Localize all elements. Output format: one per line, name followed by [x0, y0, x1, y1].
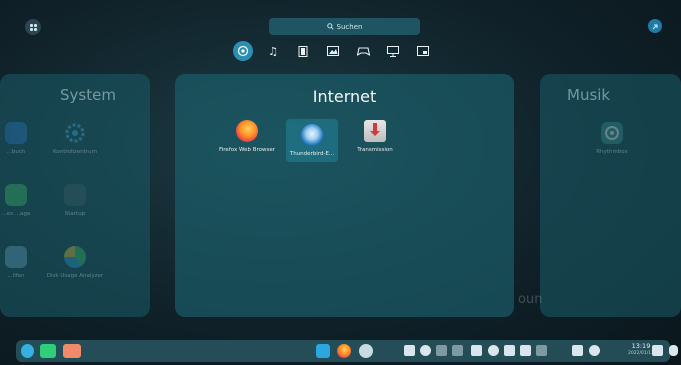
firefox-icon[interactable] — [337, 344, 351, 358]
tray-screenshot-icon[interactable] — [572, 345, 583, 356]
category-bar: ♫ — [233, 41, 433, 61]
tray-app-icon[interactable] — [452, 345, 463, 356]
tray-power-icon[interactable] — [420, 345, 431, 356]
category-image-icon[interactable] — [323, 41, 343, 61]
firefox-icon — [236, 120, 258, 142]
app-label: ...es ...age — [1, 211, 31, 217]
tray-app-icon[interactable] — [436, 345, 447, 356]
app-label: ...buch — [6, 149, 26, 155]
trash-icon[interactable] — [652, 345, 663, 356]
search-input[interactable]: Suchen — [269, 18, 420, 35]
tray-user-icon[interactable] — [589, 345, 600, 356]
app-label: Transmission — [357, 147, 393, 153]
launcher-icon[interactable] — [21, 344, 34, 358]
app-label: Rhythmbox — [596, 149, 628, 155]
rhythmbox-icon — [601, 122, 623, 144]
transmission-icon — [364, 120, 386, 142]
tray-wifi-icon[interactable] — [488, 345, 499, 356]
app-item[interactable]: Startup — [45, 184, 105, 218]
tray-display-icon[interactable] — [520, 345, 531, 356]
app-transmission[interactable]: Transmission — [345, 120, 405, 154]
category-panel-internet[interactable]: Internet Firefox Web Browser Thunderbird… — [175, 74, 514, 317]
app-icon — [5, 246, 27, 268]
grid-icon — [29, 23, 37, 31]
clock-time: 13:19 — [631, 342, 651, 350]
panel-title: Musik — [567, 86, 611, 104]
app-label: Thunderbird-E... — [289, 151, 335, 157]
app-label: Disk Usage Analyzer — [46, 273, 104, 279]
category-panel-system[interactable]: System ...buch Kontrollzentrum ...es ...… — [0, 74, 150, 317]
category-panel-musik[interactable]: Musik Rhythmbox — [540, 74, 681, 317]
app-firefox[interactable]: Firefox Web Browser — [217, 120, 277, 154]
desktop-icon[interactable] — [63, 344, 81, 358]
category-games-icon[interactable] — [353, 41, 373, 61]
tray-bluetooth-icon[interactable] — [504, 345, 515, 356]
thunderbird-icon — [301, 124, 323, 146]
app-label: Kontrollzentrum — [53, 149, 97, 155]
dock: 13:19 2022/01/11 — [16, 340, 678, 362]
app-label: ...ilfen — [7, 273, 25, 279]
app-item[interactable]: ...es ...age — [0, 184, 46, 218]
tray-keyboard-icon[interactable] — [404, 345, 415, 356]
app-label: Firefox Web Browser — [219, 147, 275, 153]
app-item[interactable]: ...buch — [0, 122, 46, 156]
settings-icon[interactable] — [359, 344, 373, 358]
clock-date: 2022/01/11 — [628, 351, 654, 356]
search-placeholder: Suchen — [336, 22, 363, 31]
category-presentation-icon[interactable] — [383, 41, 403, 61]
panel-title: Internet — [312, 87, 377, 106]
expand-icon — [652, 24, 658, 30]
control-center-icon — [64, 122, 86, 144]
category-video-icon[interactable] — [293, 41, 313, 61]
tray-app-icon[interactable] — [536, 345, 547, 356]
category-office-icon[interactable] — [413, 41, 433, 61]
background-watermark: oun — [518, 292, 543, 307]
clock[interactable]: 13:19 2022/01/11 — [628, 343, 654, 357]
app-item[interactable]: Disk Usage Analyzer — [45, 246, 105, 280]
panel-title: System — [60, 86, 116, 104]
app-item[interactable]: Rhythmbox — [582, 122, 642, 156]
launcher-mode-button[interactable] — [25, 19, 41, 35]
startup-icon — [64, 184, 86, 206]
app-item[interactable]: ...ilfen — [0, 246, 46, 280]
app-thunderbird[interactable]: Thunderbird-E... — [286, 119, 338, 162]
book-icon — [5, 122, 27, 144]
notification-icon[interactable] — [669, 345, 678, 356]
app-label: Startup — [64, 211, 86, 217]
disk-usage-icon — [64, 246, 86, 268]
category-all-icon[interactable] — [233, 41, 253, 61]
tray-volume-icon[interactable] — [471, 345, 482, 356]
fullscreen-toggle-button[interactable] — [648, 19, 662, 33]
category-music-icon[interactable]: ♫ — [263, 41, 283, 61]
app-icon — [5, 184, 27, 206]
search-icon — [326, 23, 334, 30]
app-item[interactable]: Kontrollzentrum — [45, 122, 105, 156]
file-manager-icon[interactable] — [316, 344, 330, 358]
multitasking-icon[interactable] — [40, 344, 56, 358]
